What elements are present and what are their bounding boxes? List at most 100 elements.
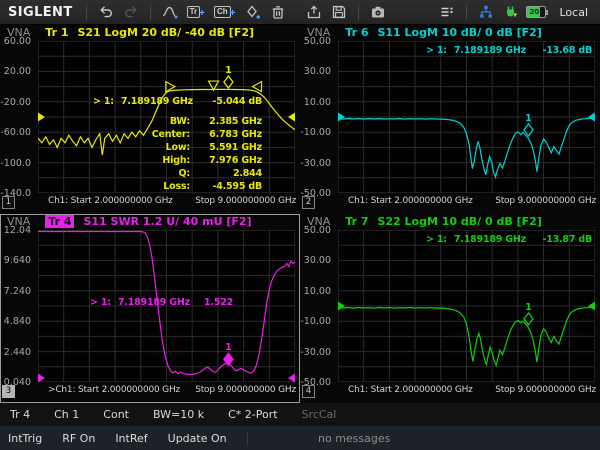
- y-axis-tick-label: 30.00: [304, 255, 331, 266]
- trace-name[interactable]: Tr 7: [345, 215, 368, 228]
- new-trace-button[interactable]: Tr+: [185, 5, 207, 19]
- plot-area[interactable]: 1 > 1: 7.189189 GHz 1.522: [38, 230, 295, 382]
- marker-readout: > 1: 7.189189 GHz -5.044 dB: [93, 96, 262, 107]
- plot-area[interactable]: 1 > 1: 7.189189 GHz -5.044 dB BW:2.385 G…: [38, 41, 295, 193]
- trace-measurement-label[interactable]: S21 LogM 20 dB/ -40 dB [F2]: [77, 26, 254, 39]
- sweep-start-label: Ch1: Start 2.000000000 GHz: [348, 385, 473, 395]
- status-update[interactable]: Update On: [168, 432, 227, 445]
- add-marker-icon: [245, 4, 261, 20]
- status-if-bandwidth[interactable]: BW=10 k: [153, 408, 204, 421]
- y-axis-tick-label: -30.00: [300, 158, 331, 169]
- trace-plot: 1: [338, 230, 595, 382]
- bandwidth-marker-down: [209, 81, 219, 90]
- y-axis-tick-label: -20.00: [0, 97, 31, 108]
- toolbar-divider: [358, 5, 359, 20]
- y-axis-tick-label: 50.00: [304, 225, 331, 236]
- undo-button[interactable]: [96, 3, 116, 21]
- screenshot-button[interactable]: [368, 3, 388, 21]
- quadrant-window-4[interactable]: VNA Tr 7 S22 LogM 10 dB/ 0 dB [F2] 50.00…: [300, 214, 600, 403]
- bw-label: Center:: [142, 128, 190, 141]
- bw-row: Loss:-4.595 dB: [142, 180, 262, 193]
- battery-icon[interactable]: 20: [526, 6, 546, 18]
- marker-number: 1: [225, 65, 232, 76]
- ref-level-marker-left: [338, 302, 345, 311]
- redo-button[interactable]: [121, 3, 141, 21]
- toolbar: SIGLENT Tr+ Ch+: [0, 0, 600, 25]
- status-rf-output[interactable]: RF On: [62, 432, 95, 445]
- marker-readout: > 1: 7.189189 GHz -13.87 dB: [426, 234, 592, 245]
- sweep-stop-label: Stop 9.000000000 GHz: [195, 196, 296, 206]
- delete-button[interactable]: [268, 3, 288, 21]
- sweep-stop-label: Stop 9.000000000 GHz: [495, 385, 596, 395]
- status-sweep-mode[interactable]: Cont: [103, 408, 129, 421]
- plot-area[interactable]: 1 > 1: 7.189189 GHz -13.68 dB: [338, 41, 595, 193]
- status-divider: [247, 431, 248, 445]
- redo-icon: [123, 4, 139, 20]
- y-axis-tick-label: 12.04: [4, 225, 31, 236]
- save-button[interactable]: [329, 3, 349, 21]
- window-number[interactable]: 4: [302, 385, 315, 398]
- trace-name[interactable]: Tr 1: [45, 26, 68, 39]
- lan-status-button[interactable]: [476, 3, 496, 21]
- marker-number: 1: [225, 342, 232, 353]
- control-mode-label[interactable]: Local: [559, 6, 588, 19]
- trace-measurement-label[interactable]: S22 LogM 10 dB/ 0 dB [F2]: [377, 215, 541, 228]
- delete-icon: [270, 4, 286, 20]
- marker-readout: > 1: 7.189189 GHz -13.68 dB: [426, 45, 592, 56]
- recall-button[interactable]: [304, 3, 324, 21]
- battery-level: 20: [529, 7, 539, 17]
- sweep-stop-label: Stop 9.000000000 GHz: [495, 196, 596, 206]
- marker-value: 1.522: [204, 297, 233, 308]
- status-reference-source[interactable]: IntRef: [115, 432, 147, 445]
- battery-tip: [546, 10, 548, 15]
- bw-value: -4.595 dB: [190, 180, 262, 193]
- power-status-button[interactable]: [501, 3, 521, 21]
- status-calibration[interactable]: C* 2-Port: [228, 408, 277, 421]
- status-active-channel[interactable]: Ch 1: [54, 408, 79, 421]
- status-active-trace[interactable]: Tr 4: [10, 408, 30, 421]
- status-srccal[interactable]: SrcCal: [302, 408, 337, 421]
- recall-icon: [306, 4, 322, 20]
- trace-measurement-label[interactable]: S11 LogM 10 dB/ 0 dB [F2]: [377, 26, 541, 39]
- ref-level-marker-left: [38, 113, 45, 122]
- active-trace-name[interactable]: Tr 4: [45, 215, 74, 228]
- marker-frequency: 7.189189 GHz: [454, 234, 526, 245]
- trace-header: VNA Tr 6 S11 LogM 10 dB/ 0 dB [F2]: [307, 26, 542, 39]
- new-channel-icon: Ch: [214, 6, 231, 18]
- bandwidth-search-table: BW:2.385 GHz Center:6.783 GHz Low:5.591 …: [142, 115, 262, 193]
- new-channel-button[interactable]: Ch+: [212, 5, 238, 19]
- quadrant-window-2[interactable]: VNA Tr 6 S11 LogM 10 dB/ 0 dB [F2] 50.00…: [300, 25, 600, 214]
- bw-label: Low:: [142, 141, 190, 154]
- y-axis-labels: 12.049.6407.2404.8402.4400.040: [0, 230, 34, 382]
- bw-label: Loss:: [142, 180, 190, 193]
- sweep-range: Ch1: Start 2.000000000 GHz Stop 9.000000…: [338, 196, 596, 206]
- quadrant-window-1[interactable]: VNA Tr 1 S21 LogM 20 dB/ -40 dB [F2] 60.…: [0, 25, 300, 214]
- window-number[interactable]: 2: [302, 196, 315, 209]
- bw-value: 2.385 GHz: [190, 115, 262, 128]
- trace-measurement-label[interactable]: S11 SWR 1.2 U/ 40 mU [F2]: [83, 215, 251, 228]
- window-number[interactable]: 1: [2, 196, 15, 209]
- trace-plot: 1: [338, 41, 595, 193]
- bw-label: Q:: [142, 167, 190, 180]
- ref-level-marker-left: [338, 113, 345, 122]
- quadrant-window-3[interactable]: VNA Tr 4 S11 SWR 1.2 U/ 40 mU [F2] 12.04…: [0, 214, 300, 403]
- add-trace-curve-button[interactable]: [160, 3, 180, 21]
- window-number[interactable]: 3: [2, 385, 15, 398]
- plot-area[interactable]: 1 > 1: 7.189189 GHz -13.87 dB: [338, 230, 595, 382]
- y-axis-labels: 60.0020.00-20.00-60.00-100.0-140.0: [0, 41, 34, 193]
- y-axis-tick-label: -30.00: [300, 347, 331, 358]
- ref-level-marker-right: [288, 113, 295, 122]
- menu-button[interactable]: [437, 3, 457, 21]
- screenshot-icon: [370, 4, 386, 20]
- trace-name[interactable]: Tr 6: [345, 26, 368, 39]
- y-axis-tick-label: -60.00: [0, 127, 31, 138]
- bw-row: Low:5.591 GHz: [142, 141, 262, 154]
- trace-header: VNA Tr 4 S11 SWR 1.2 U/ 40 mU [F2]: [7, 215, 252, 228]
- sweep-range: Ch1: Start 2.000000000 GHz Stop 9.000000…: [338, 385, 596, 395]
- y-axis-tick-label: -10.00: [300, 316, 331, 327]
- brand-logo: SIGLENT: [8, 5, 73, 20]
- add-marker-button[interactable]: [243, 3, 263, 21]
- marker-number: 1: [525, 302, 532, 313]
- status-trigger-source[interactable]: IntTrig: [8, 432, 42, 445]
- marker-value: -13.68 dB: [542, 45, 592, 56]
